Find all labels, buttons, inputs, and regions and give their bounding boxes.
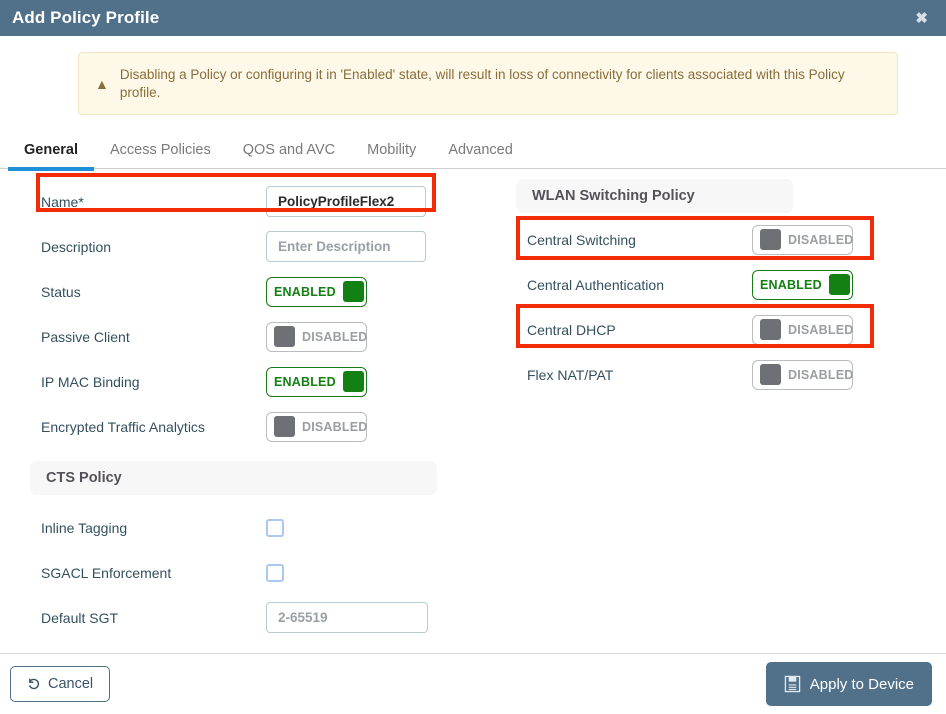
field-row-inline-tagging: Inline Tagging <box>30 505 438 550</box>
toggle-knob <box>342 371 364 393</box>
tab-qos-and-avc[interactable]: QOS and AVC <box>227 136 351 168</box>
description-input[interactable]: Enter Description <box>266 231 426 263</box>
passive-client-toggle[interactable]: DISABLED <box>266 321 368 352</box>
name-input[interactable]: PolicyProfileFlex2 <box>266 186 426 218</box>
passive-client-toggle-label: DISABLED <box>302 329 368 344</box>
central-switching-toggle-label: DISABLED <box>788 232 854 247</box>
central-dhcp-toggle[interactable]: DISABLED <box>752 314 854 345</box>
toggle-knob <box>760 229 781 251</box>
field-row-sgacl-enforcement: SGACL Enforcement <box>30 550 438 595</box>
encrypted-traffic-analytics-toggle-label: DISABLED <box>302 419 368 434</box>
right-form-column: WLAN Switching Policy Central Switching … <box>516 179 874 397</box>
label-central-dhcp: Central DHCP <box>527 321 616 338</box>
close-icon[interactable]: ✖ <box>911 9 932 28</box>
warning-banner: ▲ Disabling a Policy or configuring it i… <box>78 52 898 116</box>
status-toggle[interactable]: ENABLED <box>266 276 367 307</box>
inline-tagging-checkbox[interactable] <box>266 518 284 537</box>
undo-arrow-icon <box>27 677 41 691</box>
toggle-knob <box>828 274 850 296</box>
dialog-titlebar: Add Policy Profile ✖ <box>0 0 946 36</box>
field-row-description: Description Enter Description <box>30 224 438 269</box>
label-status: Status <box>41 283 81 300</box>
toggle-knob <box>760 364 781 386</box>
apply-to-device-button[interactable]: Apply to Device <box>765 662 932 706</box>
general-tab-panel: Name* PolicyProfileFlex2 Description Ent… <box>0 169 946 643</box>
cts-policy-section-header: CTS Policy <box>30 461 437 496</box>
label-flex-nat-pat: Flex NAT/PAT <box>527 366 614 383</box>
cancel-button-label: Cancel <box>48 676 94 692</box>
warning-banner-text: Disabling a Policy or configuring it in … <box>119 67 845 100</box>
field-row-central-authentication: Central Authentication ENABLED <box>516 262 874 307</box>
ip-mac-binding-toggle-label: ENABLED <box>274 374 336 389</box>
tab-mobility[interactable]: Mobility <box>351 136 432 168</box>
dialog-title: Add Policy Profile <box>12 8 160 27</box>
sgacl-enforcement-checkbox[interactable] <box>266 563 284 582</box>
wlan-switching-policy-section-header: WLAN Switching Policy <box>516 179 793 214</box>
field-row-encrypted-traffic-analytics: Encrypted Traffic Analytics DISABLED <box>30 404 438 449</box>
save-floppy-icon <box>784 675 801 693</box>
flex-nat-pat-toggle-label: DISABLED <box>788 367 854 382</box>
toggle-knob <box>274 416 295 438</box>
alert-container: ▲ Disabling a Policy or configuring it i… <box>0 36 946 116</box>
tab-access-policies[interactable]: Access Policies <box>94 136 227 168</box>
tab-bar: General Access Policies QOS and AVC Mobi… <box>0 136 946 172</box>
field-row-passive-client: Passive Client DISABLED <box>30 314 438 359</box>
warning-triangle-icon: ▲ <box>95 75 109 92</box>
apply-to-device-label: Apply to Device <box>809 675 914 693</box>
label-inline-tagging: Inline Tagging <box>41 519 128 536</box>
central-authentication-toggle-label: ENABLED <box>760 277 822 292</box>
encrypted-traffic-analytics-toggle[interactable]: DISABLED <box>266 411 368 442</box>
label-default-sgt: Default SGT <box>41 609 119 626</box>
label-central-switching: Central Switching <box>527 231 636 248</box>
label-central-authentication: Central Authentication <box>527 276 664 293</box>
label-name: Name* <box>41 193 84 210</box>
cancel-button[interactable]: Cancel <box>10 666 111 702</box>
field-row-flex-nat-pat: Flex NAT/PAT DISABLED <box>516 352 874 397</box>
field-row-status: Status ENABLED <box>30 269 438 314</box>
label-encrypted-traffic-analytics: Encrypted Traffic Analytics <box>41 418 205 435</box>
status-toggle-label: ENABLED <box>274 284 336 299</box>
ip-mac-binding-toggle[interactable]: ENABLED <box>266 366 367 397</box>
toggle-knob <box>760 319 781 341</box>
cts-policy-title: CTS Policy <box>46 470 122 487</box>
field-row-central-dhcp: Central DHCP DISABLED <box>516 307 874 352</box>
central-dhcp-toggle-label: DISABLED <box>788 322 854 337</box>
default-sgt-input[interactable]: 2-65519 <box>266 602 428 634</box>
tab-general[interactable]: General <box>8 136 94 172</box>
central-switching-toggle[interactable]: DISABLED <box>752 224 854 255</box>
wlan-switching-policy-title: WLAN Switching Policy <box>532 188 695 205</box>
left-form-column: Name* PolicyProfileFlex2 Description Ent… <box>30 179 438 640</box>
label-sgacl-enforcement: SGACL Enforcement <box>41 564 172 581</box>
field-row-ip-mac-binding: IP MAC Binding ENABLED <box>30 359 438 404</box>
label-passive-client: Passive Client <box>41 328 130 345</box>
dialog-footer: Cancel Apply to Device <box>0 653 946 714</box>
label-description: Description <box>41 238 112 255</box>
field-row-default-sgt: Default SGT 2-65519 <box>30 595 438 640</box>
label-ip-mac-binding: IP MAC Binding <box>41 373 140 390</box>
toggle-knob <box>342 281 364 303</box>
central-authentication-toggle[interactable]: ENABLED <box>752 269 853 300</box>
tab-advanced[interactable]: Advanced <box>432 136 529 168</box>
flex-nat-pat-toggle[interactable]: DISABLED <box>752 359 854 390</box>
field-row-central-switching: Central Switching DISABLED <box>516 217 874 262</box>
toggle-knob <box>274 326 295 348</box>
field-row-name: Name* PolicyProfileFlex2 <box>30 179 438 224</box>
